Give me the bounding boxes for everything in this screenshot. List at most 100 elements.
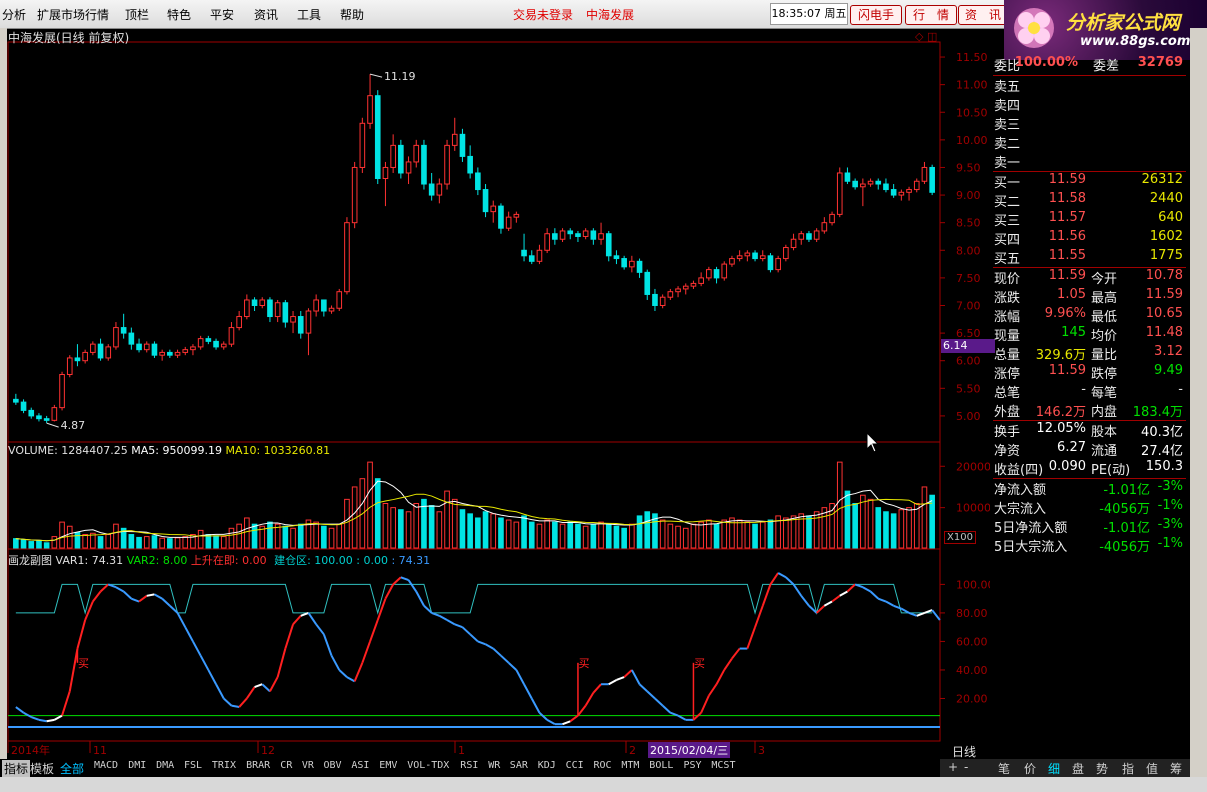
candle-body bbox=[767, 255, 774, 271]
indicator-tab-wr[interactable]: WR bbox=[488, 760, 500, 771]
indicator-tab-fsl[interactable]: FSL bbox=[184, 760, 202, 771]
volume-bar bbox=[444, 490, 450, 549]
indicator-tab-asi[interactable]: ASI bbox=[351, 760, 369, 771]
var1-segment bbox=[246, 686, 256, 700]
indicator-tab-vol-tdx[interactable]: VOL-TDX bbox=[407, 760, 449, 771]
low-price-pointer bbox=[46, 422, 59, 428]
var1-segment bbox=[785, 576, 795, 586]
candle-body bbox=[390, 144, 396, 168]
panel-tab-3[interactable]: 价 bbox=[1024, 760, 1036, 777]
quote-value: 145 bbox=[1061, 325, 1086, 340]
indicator-tab-brar[interactable]: BRAR bbox=[246, 760, 270, 771]
menu-item-news[interactable]: 资讯 bbox=[254, 6, 278, 23]
panel-tab-6[interactable]: 势 bbox=[1096, 760, 1108, 777]
panel-tab-2[interactable]: 笔 bbox=[998, 760, 1010, 777]
chart-corner-icons[interactable]: ◇ ◫ bbox=[915, 30, 937, 43]
quote-label-2: 每笔 bbox=[1091, 386, 1118, 401]
indicator-tab-cci[interactable]: CCI bbox=[566, 760, 584, 771]
panel-tab-7[interactable]: 指 bbox=[1122, 760, 1134, 777]
indicator-tab-macd[interactable]: MACD bbox=[94, 760, 118, 771]
volume-bar bbox=[721, 519, 728, 549]
price-tick-label: 7.50 bbox=[956, 272, 981, 285]
volume-bar bbox=[398, 509, 404, 549]
volume-bar bbox=[528, 521, 535, 549]
indicator-tab-psy[interactable]: PSY bbox=[684, 760, 702, 771]
panel-tab-1[interactable]: - bbox=[964, 760, 968, 774]
candle-body bbox=[159, 351, 165, 356]
indicator-tab-boll[interactable]: BOLL bbox=[649, 760, 673, 771]
sell-level-row: 卖五 bbox=[993, 76, 1186, 95]
panel-tab-5[interactable]: 盘 bbox=[1072, 760, 1084, 777]
order-ratio-row: 委比 100.00% 委差 32769 bbox=[993, 55, 1186, 74]
candle-body bbox=[536, 249, 543, 262]
indicator-tab-obv[interactable]: OBV bbox=[324, 760, 342, 771]
indicator-tab-emv[interactable]: EMV bbox=[379, 760, 397, 771]
indicator-tab-全部[interactable]: 全部 bbox=[60, 760, 84, 777]
panel-tab-4[interactable]: 细 bbox=[1048, 760, 1060, 777]
menu-item-extended-market[interactable]: 扩展市场行情 bbox=[37, 6, 109, 23]
buy-level-label: 买二 bbox=[994, 195, 1021, 210]
vertical-scrollbar[interactable] bbox=[1190, 28, 1207, 777]
indicator-tab-dma[interactable]: DMA bbox=[156, 760, 174, 771]
indicator-tab-mcst[interactable]: MCST bbox=[711, 760, 735, 771]
panel-tab-9[interactable]: 筹 bbox=[1170, 760, 1182, 777]
period-label[interactable]: 日线 bbox=[952, 743, 976, 760]
news-button[interactable]: 资 讯 bbox=[958, 5, 1008, 25]
sell-level-row: 卖二 bbox=[993, 133, 1186, 152]
panel-tab-0[interactable]: + bbox=[948, 760, 958, 774]
login-status[interactable]: 交易未登录 bbox=[513, 6, 573, 23]
menu-item-help[interactable]: 帮助 bbox=[340, 6, 364, 23]
menu-item-pingan[interactable]: 平安 bbox=[210, 6, 234, 23]
site-logo: 分析家公式网 www.88gs.com bbox=[1004, 0, 1207, 60]
sell-level-row: 卖一 bbox=[993, 152, 1186, 171]
menu-item-topbar[interactable]: 顶栏 bbox=[125, 6, 149, 23]
status-bar bbox=[0, 777, 1207, 792]
var1-segment bbox=[276, 648, 287, 678]
candle-body bbox=[682, 285, 689, 290]
quote-label: 外盘 bbox=[994, 405, 1021, 420]
candle-body bbox=[90, 343, 96, 353]
volume-bar bbox=[759, 521, 766, 549]
indicator-tab-kdj[interactable]: KDJ bbox=[538, 760, 556, 771]
indicator-tab-cr[interactable]: CR bbox=[280, 760, 292, 771]
candle-body bbox=[482, 189, 489, 213]
candle-body bbox=[898, 191, 905, 196]
candle-body bbox=[259, 299, 266, 306]
var1-segment bbox=[269, 676, 279, 692]
volume-bar bbox=[675, 525, 681, 549]
var1-segment bbox=[392, 576, 402, 586]
var1-segment bbox=[215, 683, 225, 699]
menu-item-features[interactable]: 特色 bbox=[167, 6, 191, 23]
candle-body bbox=[143, 343, 150, 351]
candle-body bbox=[736, 255, 743, 260]
indicator-tab-sar[interactable]: SAR bbox=[510, 760, 528, 771]
panel-tab-8[interactable]: 值 bbox=[1146, 760, 1158, 777]
candle-body bbox=[605, 233, 612, 257]
volume-bar bbox=[174, 537, 181, 549]
indicator-tab-mtm[interactable]: MTM bbox=[621, 760, 639, 771]
volume-bar bbox=[636, 515, 643, 549]
indicator-tab-rsi[interactable]: RSI bbox=[460, 760, 478, 771]
sell-level-label: 卖二 bbox=[994, 137, 1021, 152]
quote-button[interactable]: 行 情 bbox=[905, 5, 957, 25]
stock-chart[interactable]: 11.50 11.00 10.50 10.00 9.50 9.00 8.50 8.00 7.50… bbox=[0, 28, 990, 759]
candle-body bbox=[575, 233, 581, 237]
indicator-tab-dmi[interactable]: DMI bbox=[128, 760, 146, 771]
menu-item-analysis[interactable]: 分析 bbox=[2, 6, 26, 23]
var1-segment bbox=[176, 612, 187, 628]
flash-trade-button[interactable]: 闪电手 bbox=[850, 5, 902, 25]
candle-body bbox=[790, 238, 797, 249]
var1-segment bbox=[146, 593, 155, 597]
buy-level-label: 买五 bbox=[994, 252, 1021, 267]
volume-bar bbox=[228, 527, 235, 549]
indicator-tab-trix[interactable]: TRIX bbox=[212, 760, 236, 771]
indicator-tab-指标[interactable]: 指标 bbox=[2, 760, 31, 777]
indicator-tab-模板[interactable]: 模板 bbox=[30, 760, 54, 777]
volume-bar bbox=[28, 541, 35, 549]
candle-body bbox=[544, 233, 550, 251]
indicator-tab-vr[interactable]: VR bbox=[302, 760, 314, 771]
indicator-tab-roc[interactable]: ROC bbox=[594, 760, 612, 771]
quote-value-2: 11.48 bbox=[1145, 325, 1183, 340]
menu-item-tools[interactable]: 工具 bbox=[297, 6, 321, 23]
var1-segment bbox=[400, 576, 409, 582]
